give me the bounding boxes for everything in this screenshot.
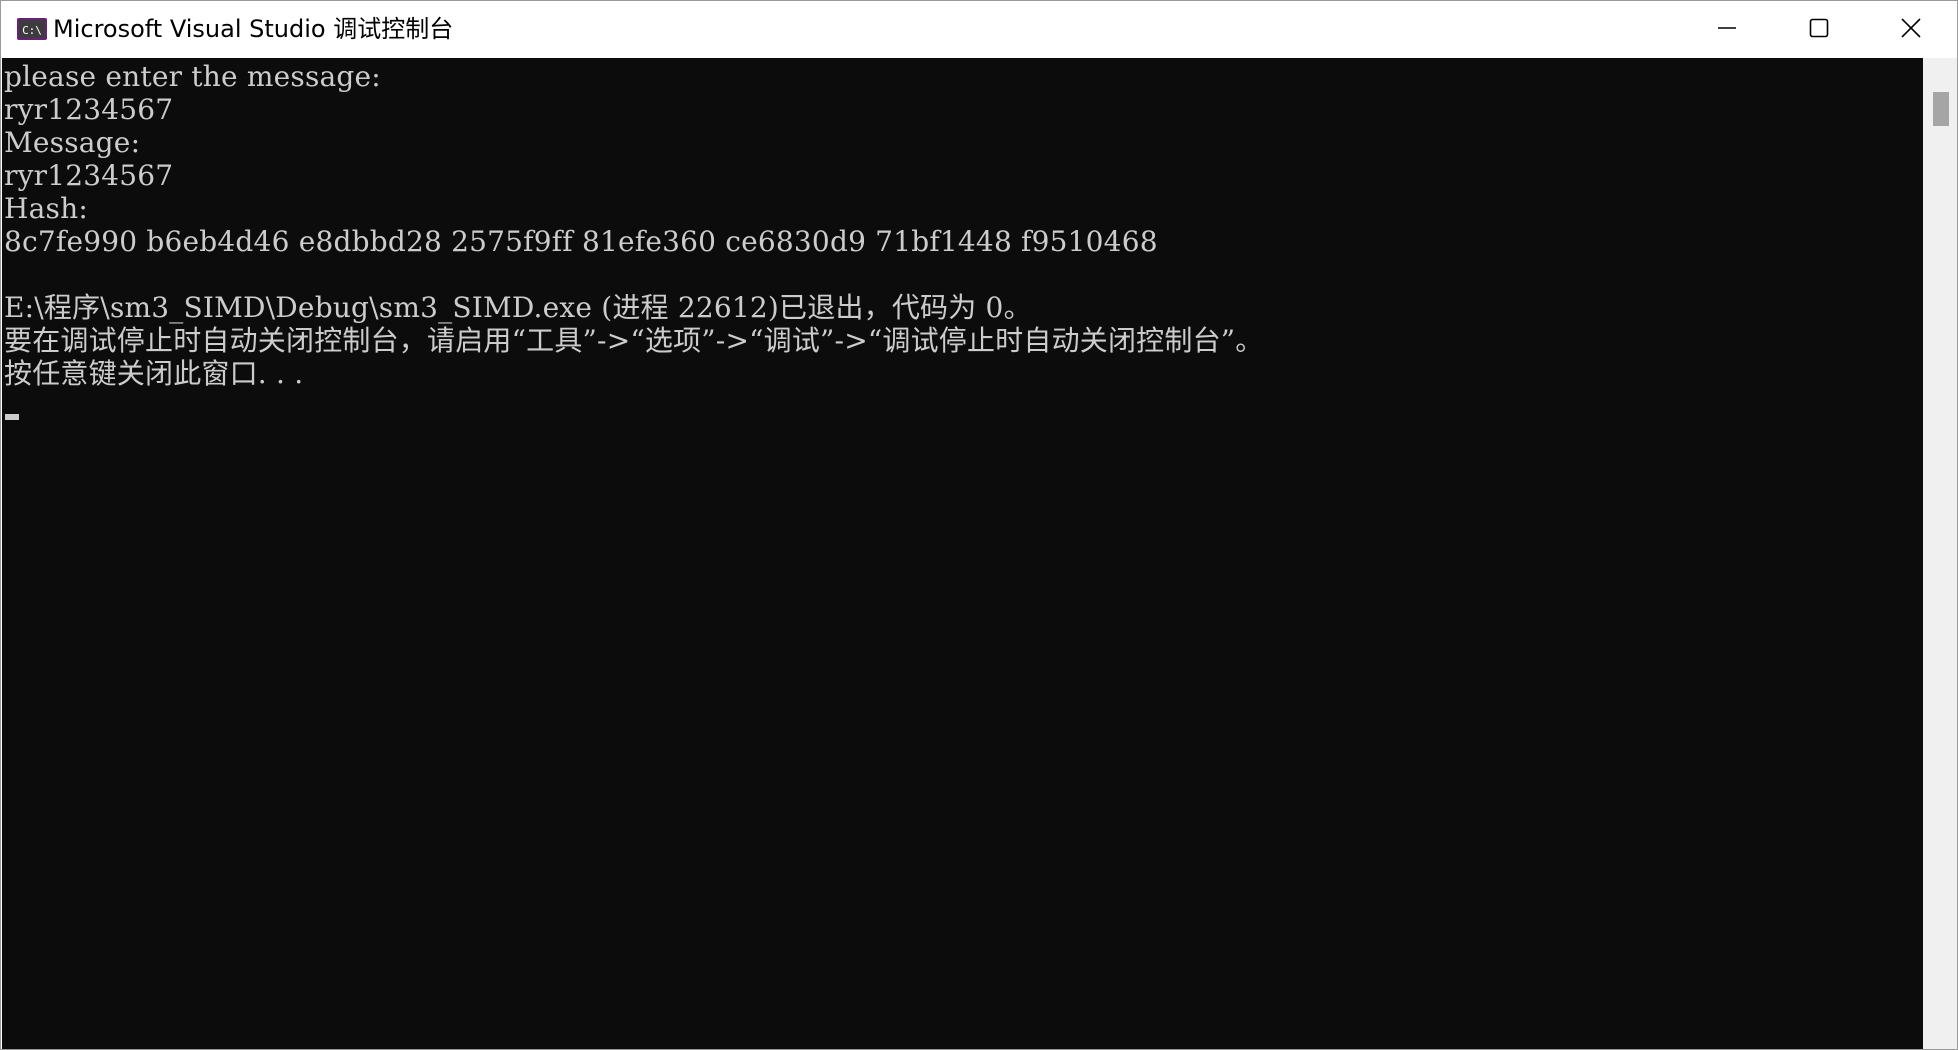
maximize-icon — [1809, 18, 1829, 42]
console-lines: please enter the message: ryr1234567 Mes… — [4, 60, 1264, 390]
maximize-button[interactable] — [1773, 1, 1865, 58]
console-line: Hash: — [4, 192, 88, 225]
console-line: ryr1234567 — [4, 93, 174, 126]
console-line: ryr1234567 — [4, 159, 174, 192]
vertical-scrollbar[interactable] — [1923, 58, 1957, 1049]
minimize-button[interactable] — [1681, 1, 1773, 58]
svg-text:C:\: C:\ — [22, 24, 42, 37]
close-button[interactable] — [1865, 1, 1957, 58]
window-title: Microsoft Visual Studio 调试控制台 — [53, 15, 454, 43]
console-line: Message: — [4, 126, 141, 159]
title-bar[interactable]: C:\ Microsoft Visual Studio 调试控制台 — [1, 1, 1957, 58]
close-icon — [1900, 17, 1922, 43]
exit-status-line: E:\程序\sm3_SIMD\Debug\sm3_SIMD.exe (进程 22… — [4, 291, 1032, 324]
minimize-icon — [1717, 18, 1737, 42]
text-cursor — [5, 414, 19, 420]
console-window: C:\ Microsoft Visual Studio 调试控制台 please… — [0, 0, 1958, 1050]
press-any-key-line: 按任意键关闭此窗口. . . — [4, 357, 304, 390]
scrollbar-thumb[interactable] — [1933, 92, 1949, 126]
console-output-area[interactable]: please enter the message: ryr1234567 Mes… — [2, 58, 1923, 1049]
hash-output-line: 8c7fe990 b6eb4d46 e8dbbd28 2575f9ff 81ef… — [4, 225, 1158, 258]
console-app-icon: C:\ — [17, 18, 47, 40]
console-line: 要在调试停止时自动关闭控制台，请启用“工具”->“选项”->“调试”->“调试停… — [4, 324, 1264, 357]
console-line: please enter the message: — [4, 60, 381, 93]
